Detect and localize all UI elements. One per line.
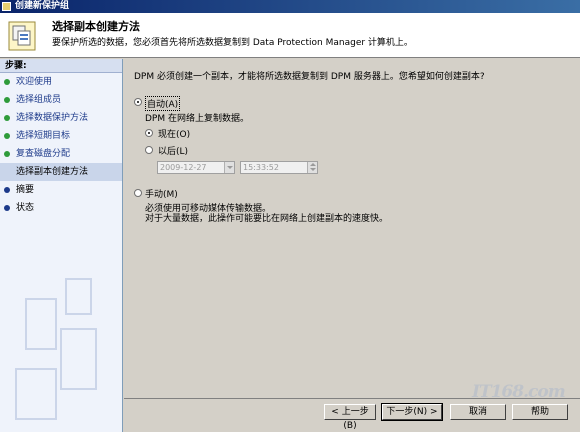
auto-label[interactable]: 自动(A)	[145, 96, 181, 111]
step-complete-icon	[4, 97, 10, 103]
time-value: 15:33:52	[243, 163, 279, 172]
sidebar-step-replica-method[interactable]: 选择副本创建方法	[0, 163, 122, 181]
later-time-picker[interactable]: 15:33:52	[240, 161, 318, 174]
step-label: 状态	[16, 203, 35, 213]
wizard-content: DPM 必须创建一个副本，才能将所选数据复制到 DPM 服务器上。您希望如何创建…	[124, 59, 580, 399]
sidebar-step-welcome[interactable]: 欢迎使用	[0, 73, 122, 91]
step-complete-icon	[4, 115, 10, 121]
page-subtitle: 要保护所选的数据，您必须首先将所选数据复制到 Data Protection M…	[52, 38, 413, 48]
window-titlebar: 创建新保护组	[0, 0, 580, 13]
sidebar-step-short-term-goals[interactable]: 选择短期目标	[0, 127, 122, 145]
step-label: 选择数据保护方法	[16, 113, 89, 123]
later-label[interactable]: 以后(L)	[158, 144, 188, 157]
auto-radio[interactable]	[134, 98, 142, 106]
later-date-picker[interactable]: 2009-12-27	[157, 161, 235, 174]
sidebar-step-disk-allocation[interactable]: 复查磁盘分配	[0, 145, 122, 163]
server-decoration-icon	[15, 278, 97, 420]
wizard-header: 选择副本创建方法 要保护所选的数据，您必须首先将所选数据复制到 Data Pro…	[0, 13, 580, 58]
step-pending-icon	[4, 205, 10, 211]
step-pending-icon	[4, 187, 10, 193]
window-app-icon	[2, 2, 11, 11]
site-watermark: IT168.com	[472, 382, 566, 402]
page-title: 选择副本创建方法	[52, 20, 140, 33]
step-label: 欢迎使用	[16, 77, 53, 87]
now-radio[interactable]	[145, 129, 153, 137]
sidebar-step-protection-method[interactable]: 选择数据保护方法	[0, 109, 122, 127]
protection-group-icon	[8, 21, 36, 51]
manual-note: 对于大量数据，此操作可能要比在网络上创建副本的速度快。	[145, 214, 389, 224]
step-label: 复查磁盘分配	[16, 149, 71, 159]
replica-question: DPM 必须创建一个副本，才能将所选数据复制到 DPM 服务器上。您希望如何创建…	[134, 72, 485, 82]
sidebar-step-status: 状态	[0, 199, 122, 217]
step-label: 选择副本创建方法	[16, 167, 89, 177]
window-title: 创建新保护组	[15, 1, 70, 11]
step-label: 摘要	[16, 185, 35, 195]
manual-label[interactable]: 手动(M)	[145, 187, 178, 200]
date-value: 2009-12-27	[160, 163, 207, 172]
step-complete-icon	[4, 79, 10, 85]
chevron-down-icon[interactable]	[224, 162, 234, 173]
back-button[interactable]: < 上一步(B)	[324, 404, 376, 431]
steps-title: 步骤:	[0, 59, 122, 73]
manual-radio[interactable]	[134, 189, 142, 197]
next-button[interactable]: 下一步(N) >	[381, 403, 443, 421]
auto-description: DPM 在网络上复制数据。	[145, 114, 249, 124]
later-radio[interactable]	[145, 146, 153, 154]
sidebar-step-select-members[interactable]: 选择组成员	[0, 91, 122, 109]
step-complete-icon	[4, 151, 10, 157]
step-complete-icon	[4, 133, 10, 139]
now-label[interactable]: 现在(O)	[158, 127, 190, 140]
step-label: 选择短期目标	[16, 131, 71, 141]
step-label: 选择组成员	[16, 95, 62, 105]
time-spinner-icon[interactable]	[307, 162, 317, 173]
steps-sidebar: 步骤: 欢迎使用 选择组成员 选择数据保护方法 选择短期目标 复查磁盘分配 选择…	[0, 59, 123, 432]
sidebar-step-summary: 摘要	[0, 181, 122, 199]
cancel-button[interactable]: 取消	[450, 404, 506, 420]
help-button[interactable]: 帮助	[512, 404, 568, 420]
